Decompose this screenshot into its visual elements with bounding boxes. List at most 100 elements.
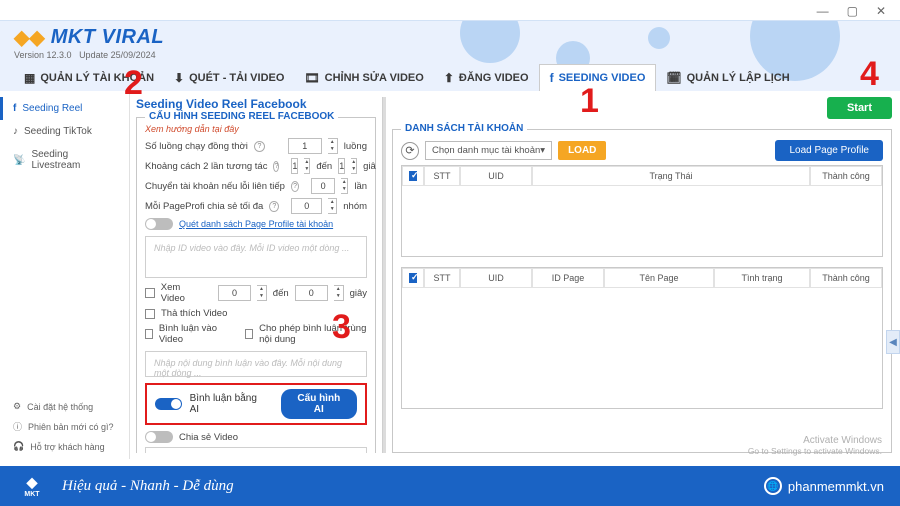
spinner-icon[interactable]: ▲▼ <box>304 158 310 174</box>
help-icon[interactable]: ? <box>269 201 279 212</box>
sidebar-item-tiktok[interactable]: ♪Seeding TikTok <box>0 120 129 143</box>
col-status[interactable]: Trạng Thái <box>532 166 810 186</box>
seeding-sidebar: fSeeding Reel ♪Seeding TikTok 📡Seeding L… <box>0 91 130 459</box>
spinner-icon[interactable]: ▲▼ <box>328 198 337 214</box>
comment-label: Bình luận vào Video <box>159 323 222 345</box>
tab-upload-video[interactable]: ⬆ĐĂNG VIDEO <box>434 64 539 91</box>
refresh-button[interactable]: ⟳ <box>401 142 419 160</box>
start-button[interactable]: Start <box>827 97 892 119</box>
sidebar-item-support[interactable]: 🎧Hỗ trợ khách hàng <box>0 437 130 456</box>
sidebar-item-reel[interactable]: fSeeding Reel <box>0 97 129 120</box>
like-checkbox[interactable] <box>145 309 155 319</box>
share-label: Chia sẻ Video <box>179 432 238 443</box>
comment-checkbox[interactable] <box>145 329 153 339</box>
ai-config-button[interactable]: Cấu hình AI <box>281 389 357 419</box>
select-all-checkbox[interactable]: ✓ <box>409 171 417 181</box>
pageshare-unit: nhóm <box>343 201 367 212</box>
ai-label: Bình luận bằng AI <box>190 393 265 415</box>
load-page-profile-button[interactable]: Load Page Profile <box>775 140 883 161</box>
col-tinhtrang[interactable]: Tình trạng <box>714 268 810 288</box>
sidebar-item-settings[interactable]: ⚙Cài đặt hệ thống <box>0 397 130 416</box>
ai-toggle[interactable] <box>155 398 182 410</box>
brand-name: MKT VIRAL <box>51 26 164 49</box>
help-icon[interactable]: ? <box>273 161 279 172</box>
spinner-icon[interactable]: ▲▼ <box>257 285 267 301</box>
app-header: ◆◆ MKT VIRAL Version 12.3.0 Update 25/09… <box>0 20 900 91</box>
like-label: Thả thích Video <box>161 308 227 319</box>
account-category-dropdown[interactable]: Chọn danh mục tài khoản▾ <box>425 141 552 160</box>
col-success[interactable]: Thành công <box>810 166 882 186</box>
tab-schedule[interactable]: 🗓QUẢN LÝ LẬP LỊCH <box>656 64 799 91</box>
select-all-pages-checkbox[interactable]: ✓ <box>409 273 417 283</box>
col-uid[interactable]: UID <box>460 268 532 288</box>
tab-scan-download[interactable]: ⬇QUÉT - TẢI VIDEO <box>164 64 294 91</box>
download-icon: ⬇ <box>174 71 184 85</box>
load-button[interactable]: LOAD <box>558 141 606 160</box>
app-update-date: Update 25/09/2024 <box>79 50 156 60</box>
page-title: Seeding Video Reel Facebook <box>136 97 376 111</box>
video-ids-input[interactable]: Nhập ID video vào đây. Mỗi ID video một … <box>145 236 367 278</box>
footer-logo-icon: ◆MKT <box>16 472 48 500</box>
spinner-icon[interactable]: ▲▼ <box>334 285 344 301</box>
splitter[interactable] <box>382 97 386 453</box>
edge-expand-tab[interactable]: ◀ <box>886 330 900 354</box>
col-stt[interactable]: STT <box>424 268 460 288</box>
tab-seeding-video[interactable]: fSEEDING VIDEO <box>539 64 657 91</box>
spinner-icon[interactable]: ▲▼ <box>328 138 338 154</box>
col-stt[interactable]: STT <box>424 166 460 186</box>
accounts-fieldset: DANH SÁCH TÀI KHOẢN ⟳ Chọn danh mục tài … <box>392 129 892 453</box>
help-icon[interactable]: ? <box>291 181 299 192</box>
footer-bar: ◆MKT Hiệu quả - Nhanh - Dễ dùng 🌐 phanme… <box>0 466 900 506</box>
col-idpage[interactable]: ID Page <box>532 268 604 288</box>
pageshare-label: Mỗi PageProfi chia sẻ tối đa <box>145 201 263 212</box>
switch-input[interactable]: 0 <box>311 178 335 194</box>
threads-unit: luồng <box>344 141 367 152</box>
close-button[interactable]: ✕ <box>876 4 886 18</box>
pages-table: ✓ STT UID ID Page Tên Page Tình trạng Th… <box>401 267 883 409</box>
ai-comment-block: Bình luận bằng AI Cấu hình AI <box>145 383 367 425</box>
watch-checkbox[interactable] <box>145 288 155 298</box>
globe-icon: 🌐 <box>764 477 782 495</box>
brand-logo-icon: ◆◆ <box>14 25 45 50</box>
watch-to-input[interactable]: 0 <box>295 285 328 301</box>
gap-to-input[interactable]: 1 <box>338 158 345 174</box>
accounts-table: ✓ STT UID Trạng Thái Thành công <box>401 165 883 257</box>
col-tenpage[interactable]: Tên Page <box>604 268 714 288</box>
broadcast-icon: 📡 <box>13 155 25 166</box>
share-toggle[interactable] <box>145 431 173 443</box>
config-fieldset: CẤU HÌNH SEEDING REEL FACEBOOK Xem hướng… <box>136 117 376 453</box>
gap-from-input[interactable]: 1 <box>291 158 298 174</box>
comment-content-input[interactable]: Nhập nội dung bình luận vào đây. Mỗi nội… <box>145 351 367 377</box>
help-icon[interactable]: ? <box>254 141 265 152</box>
spinner-icon[interactable]: ▲▼ <box>351 158 357 174</box>
watch-unit: giây <box>350 288 367 299</box>
share-subpanel: Chia sẻ về tườngChia sẻ lên nhóm đã tham… <box>145 447 367 453</box>
scan-pages-link[interactable]: Quét danh sách Page Profile tài khoản <box>179 219 333 229</box>
dup-comment-checkbox[interactable] <box>245 329 253 339</box>
scan-toggle[interactable] <box>145 218 173 230</box>
headset-icon: 🎧 <box>13 441 24 452</box>
accounts-grid-body[interactable] <box>402 186 882 256</box>
spinner-icon[interactable]: ▲▼ <box>341 178 348 194</box>
maximize-button[interactable]: ▢ <box>847 4 858 18</box>
col-success[interactable]: Thành công <box>810 268 882 288</box>
dup-comment-label: Cho phép bình luận trùng nội dung <box>259 323 367 345</box>
tutorial-link[interactable]: Xem hướng dẫn tại đây <box>145 124 367 134</box>
threads-input[interactable]: 1 <box>288 138 322 154</box>
minimize-button[interactable]: — <box>817 4 829 18</box>
gear-icon: ⚙ <box>13 401 21 412</box>
gap-label: Khoảng cách 2 lần tương tác <box>145 161 267 172</box>
sidebar-item-livestream[interactable]: 📡Seeding Livestream <box>0 143 129 177</box>
info-icon: ⓘ <box>13 420 22 433</box>
sidebar-item-whatsnew[interactable]: ⓘPhiên bản mới có gì? <box>0 416 130 437</box>
col-uid[interactable]: UID <box>460 166 532 186</box>
watch-from-input[interactable]: 0 <box>218 285 251 301</box>
tab-edit-video[interactable]: 🎞CHỈNH SỬA VIDEO <box>294 64 433 91</box>
main-tabs: ▦QUẢN LÝ TÀI KHOẢN ⬇QUÉT - TẢI VIDEO 🎞CH… <box>0 64 900 91</box>
facebook-icon: f <box>13 103 16 114</box>
pageshare-input[interactable]: 0 <box>291 198 322 214</box>
refresh-icon: ⟳ <box>405 144 414 157</box>
tab-accounts[interactable]: ▦QUẢN LÝ TÀI KHOẢN <box>14 64 164 91</box>
pages-grid-body[interactable] <box>402 288 882 408</box>
footer-website[interactable]: phanmemmkt.vn <box>788 479 884 494</box>
